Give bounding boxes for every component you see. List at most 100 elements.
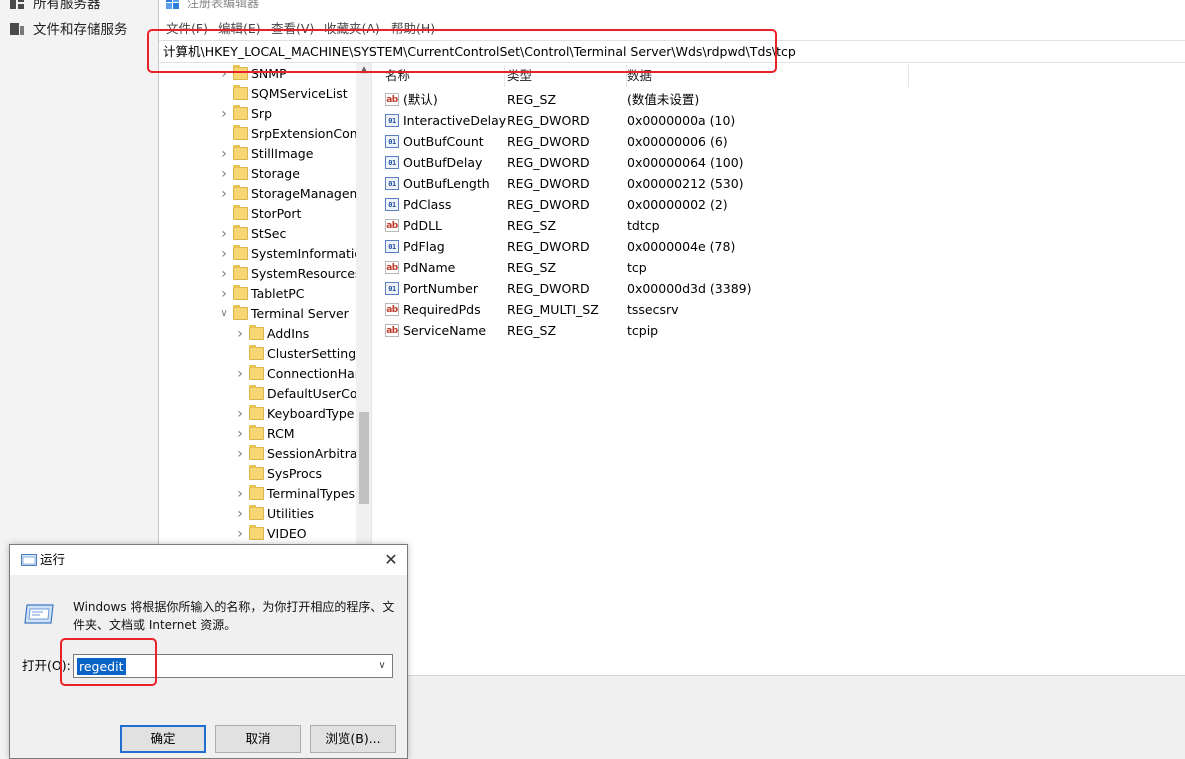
tree-node[interactable]: ClusterSettings [159,344,363,364]
sidebar-item-all-servers[interactable]: 所有服务器 [10,0,101,14]
value-data: (数值未设置) [627,92,700,107]
tree-node[interactable]: › StorageManagem [159,184,362,204]
menu-edit[interactable]: 编辑(E) [218,20,261,38]
tree-node[interactable]: › TerminalTypes [159,484,356,504]
tree-node-label: StorPort [251,206,302,221]
cancel-button[interactable]: 取消 [215,725,301,753]
tree-node[interactable]: › KeyboardType [159,404,356,424]
tree-node[interactable]: ∨ Terminal Server [159,304,356,324]
scroll-up-icon[interactable]: ▲ [356,63,371,77]
browse-button[interactable]: 浏览(B)... [310,725,396,753]
value-name: InteractiveDelay [403,113,507,128]
tree-node[interactable]: › TabletPC [159,284,356,304]
value-row[interactable]: 01 PdFlag REG_DWORD 0x0000004e (78) [373,236,1185,257]
column-header-data[interactable]: 数据 [627,65,909,87]
chevron-right-icon[interactable]: › [235,524,245,544]
value-data: tdtcp [627,218,660,233]
chevron-right-icon[interactable]: › [219,104,229,124]
tree-node[interactable]: › StillImage [159,144,356,164]
value-row[interactable]: 01 InteractiveDelay REG_DWORD 0x0000000a (1… [373,110,1185,131]
folder-icon [233,245,248,260]
value-row[interactable]: 01 OutBufCount REG_DWORD 0x00000006 (6) [373,131,1185,152]
chevron-right-icon[interactable]: › [219,64,229,84]
menu-help[interactable]: 帮助(H) [391,20,435,38]
chevron-right-icon[interactable]: › [235,484,245,504]
value-type: REG_DWORD [507,113,590,128]
value-row[interactable]: ab (默认) REG_SZ (数值未设置) [373,89,1185,110]
value-row[interactable]: 01 PortNumber REG_DWORD 0x00000d3d (3389) [373,278,1185,299]
tree-node[interactable]: › StSec [159,224,356,244]
registry-path[interactable]: 计算机\HKEY_LOCAL_MACHINE\SYSTEM\CurrentCon… [163,43,796,61]
value-name: (默认) [403,92,438,107]
run-program-icon [23,603,55,625]
menu-view[interactable]: 查看(V) [271,20,314,38]
value-type: REG_MULTI_SZ [507,302,599,317]
tree-node[interactable]: SrpExtensionConf [159,124,362,144]
scrollbar-thumb[interactable] [359,412,369,504]
tree-node[interactable]: › SessionArbitrat [159,444,362,464]
tree-node-label: ClusterSettings [267,346,363,361]
tree-node[interactable]: SysProcs [159,464,356,484]
tree-node[interactable]: › Srp [159,104,356,124]
binary-value-icon: 01 [385,282,399,295]
column-header-type[interactable]: 类型 [507,65,627,87]
chevron-right-icon[interactable]: › [219,184,229,204]
chevron-right-icon[interactable]: › [235,364,245,384]
value-row[interactable]: ab PdDLL REG_SZ tdtcp [373,215,1185,236]
string-value-icon: ab [385,219,399,232]
value-type: REG_SZ [507,92,557,107]
sidebar-item-file-storage[interactable]: 文件和存储服务 [10,20,128,40]
tree-node[interactable]: StorPort [159,204,356,224]
tree-node[interactable]: › Storage [159,164,356,184]
value-type: REG_DWORD [507,239,590,254]
run-command-input[interactable]: regedit [77,658,126,675]
tree-node[interactable]: › SystemInformatio [159,244,362,264]
chevron-right-icon[interactable]: › [235,404,245,424]
value-row[interactable]: ab ServiceName REG_SZ tcpip [373,320,1185,341]
chevron-right-icon[interactable]: › [219,244,229,264]
tree-node[interactable]: › Utilities [159,504,356,524]
value-row[interactable]: 01 PdClass REG_DWORD 0x00000002 (2) [373,194,1185,215]
tree-node-label: StorageManagem [251,186,362,201]
menu-favorites[interactable]: 收藏夹(A) [324,20,380,38]
value-row[interactable]: ab RequiredPds REG_MULTI_SZ tssecsrv [373,299,1185,320]
ok-button[interactable]: 确定 [120,725,206,753]
chevron-down-icon[interactable]: ∨ [219,304,229,324]
value-type: REG_DWORD [507,281,590,296]
tree-node[interactable]: › RCM [159,424,356,444]
folder-icon [249,325,264,340]
chevron-right-icon[interactable]: › [219,164,229,184]
registry-tree[interactable]: › SNMP SQMServiceList › Srp SrpExtensionConf ›… [159,63,372,545]
chevron-right-icon[interactable]: › [219,224,229,244]
value-name: PdName [403,260,456,275]
tree-node[interactable]: › AddIns [159,324,356,344]
address-bar[interactable]: 计算机\HKEY_LOCAL_MACHINE\SYSTEM\CurrentCon… [159,40,1185,63]
string-value-icon: ab [385,324,399,337]
chevron-right-icon[interactable]: › [219,264,229,284]
tree-node[interactable]: DefaultUserCor [159,384,363,404]
open-combobox[interactable]: regedit ∨ [73,654,393,678]
value-data: 0x00000212 (530) [627,176,744,191]
string-value-icon: ab [385,261,399,274]
value-row[interactable]: 01 OutBufLength REG_DWORD 0x00000212 (530) [373,173,1185,194]
chevron-right-icon[interactable]: › [235,444,245,464]
menu-file[interactable]: 文件(F) [166,20,208,38]
value-row[interactable]: 01 OutBufDelay REG_DWORD 0x00000064 (100) [373,152,1185,173]
value-row[interactable]: ab PdName REG_SZ tcp [373,257,1185,278]
chevron-right-icon[interactable]: › [235,324,245,344]
column-header-name[interactable]: 名称 [385,65,505,87]
tree-node[interactable]: SQMServiceList [159,84,356,104]
tree-node[interactable]: › ConnectionHan [159,364,363,384]
tree-scrollbar[interactable]: ▲ [356,63,371,545]
regedit-app-icon [166,0,180,9]
chevron-down-icon[interactable]: ∨ [374,657,390,675]
close-icon[interactable]: ✕ [375,545,407,575]
chevron-right-icon[interactable]: › [235,424,245,444]
tree-node[interactable]: › SNMP [159,64,356,84]
chevron-right-icon[interactable]: › [219,284,229,304]
chevron-right-icon[interactable]: › [219,144,229,164]
chevron-right-icon[interactable]: › [235,504,245,524]
tree-node[interactable]: › VIDEO [159,524,356,544]
registry-values-list[interactable]: 名称 类型 数据 ab (默认) REG_SZ (数值未设置) 01 Interactiv… [373,63,1185,675]
tree-node[interactable]: › SystemResources [159,264,361,284]
